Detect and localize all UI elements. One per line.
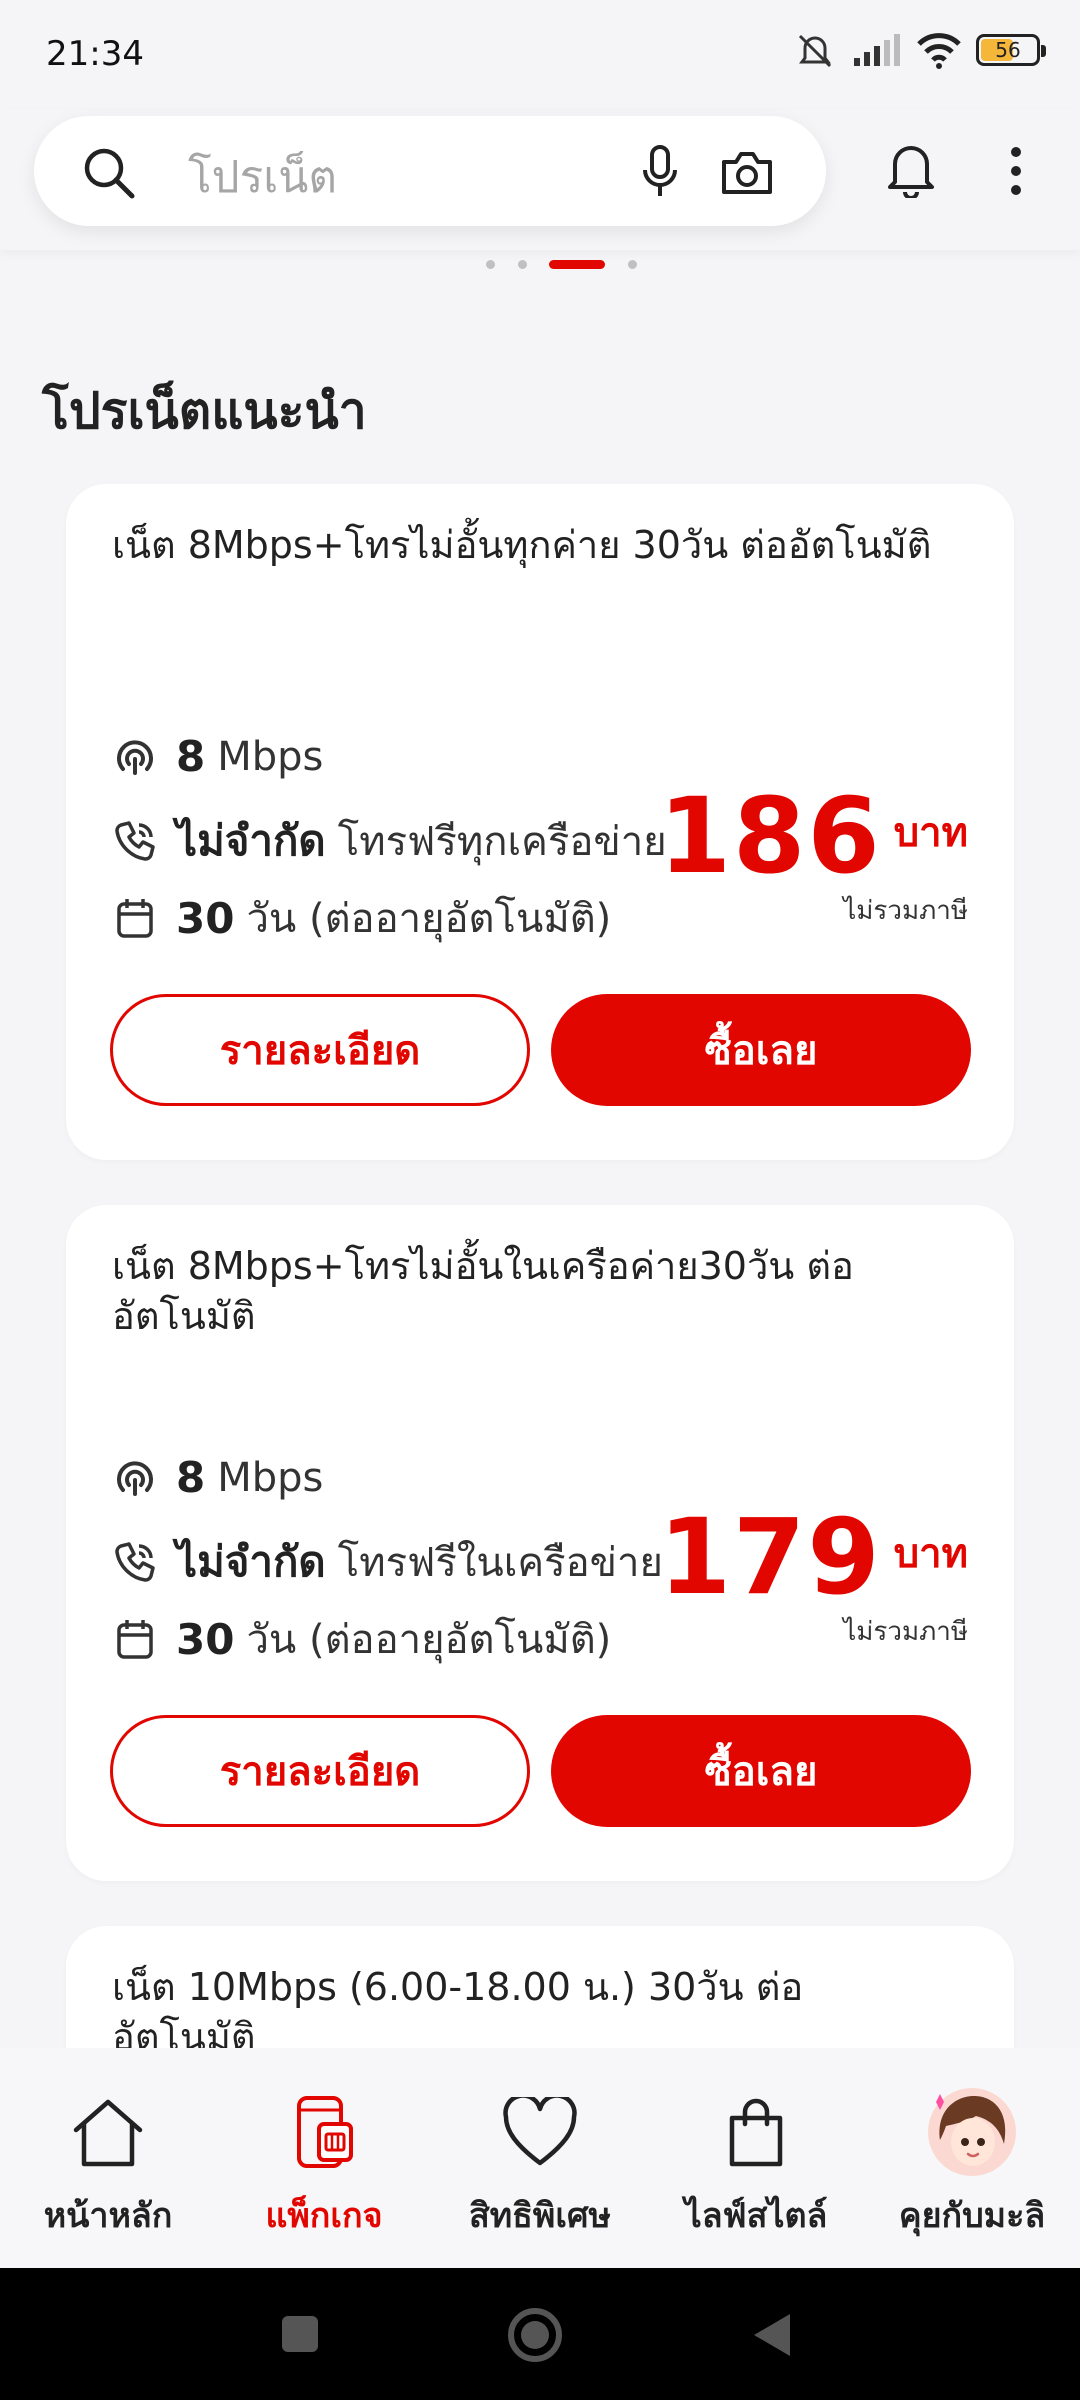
speed-value: 8 [176, 732, 206, 781]
speed-value: 8 [176, 1453, 206, 1502]
details-button[interactable]: รายละเอียด [110, 1715, 530, 1827]
back-icon[interactable] [750, 2310, 794, 2360]
carousel-dot [486, 260, 495, 269]
camera-icon[interactable] [720, 148, 774, 196]
days-description: วัน (ต่ออายุอัตโนมัติ) [246, 896, 612, 942]
speed-unit: Mbps [217, 733, 324, 780]
nav-item-packages[interactable]: แพ็กเกจ [216, 2048, 432, 2268]
signal-broadcast-icon [112, 1455, 158, 1501]
package-title: เน็ต 10Mbps (6.00-18.00 น.) 30วัน ต่ออัต… [112, 1965, 804, 2059]
package-calls: ไม่จำกัด โทรฟรีทุกเครือข่าย [112, 808, 667, 874]
microphone-icon[interactable] [640, 144, 680, 200]
days-value: 30 [176, 1614, 235, 1664]
days-description: วัน (ต่ออายุอัตโนมัติ) [246, 1617, 612, 1663]
nav-label: คุยกับมะลิ [898, 2196, 1046, 2236]
carousel-dot [628, 260, 637, 269]
nav-item-home[interactable]: หน้าหลัก [0, 2048, 216, 2268]
phone-call-icon [112, 818, 158, 864]
nav-item-lifestyle[interactable]: ไลฟ์สไตล์ [648, 2048, 864, 2268]
carousel-indicator [0, 257, 1080, 273]
carousel-dot [518, 260, 527, 269]
buy-now-button[interactable]: ซื้อเลย [551, 1715, 971, 1827]
call-description: โทรฟรีในเครือข่าย [337, 1540, 663, 1586]
top-bar: โปรเน็ต [0, 110, 1080, 250]
home-icon [70, 2090, 146, 2174]
package-duration: 30 วัน (ต่ออายุอัตโนมัติ) [112, 886, 611, 950]
search-bar[interactable]: โปรเน็ต [34, 116, 826, 226]
recent-apps-icon[interactable] [280, 2314, 320, 2354]
system-navigation-bar [0, 2268, 1080, 2400]
heart-icon [502, 2090, 578, 2174]
status-icons: 56 [792, 30, 1046, 70]
nav-item-privileges[interactable]: สิทธิพิเศษ [432, 2048, 648, 2268]
nav-label: แพ็กเกจ [265, 2196, 383, 2236]
package-calls: ไม่จำกัด โทรฟรีในเครือข่าย [112, 1529, 663, 1595]
package-speed: 8 Mbps [112, 1453, 323, 1502]
price-value: 186 [658, 775, 882, 897]
search-input[interactable]: โปรเน็ต [188, 142, 337, 212]
search-icon [84, 148, 135, 199]
package-card: เน็ต 8Mbps+โทรไม่อั้นในเครือค่าย30วัน ต่… [66, 1205, 1014, 1881]
price-currency: บาท [893, 810, 968, 856]
vat-note: ไม่รวมภาษี [843, 1617, 968, 1647]
section-title: โปรเน็ตแนะนำ [42, 382, 367, 440]
package-card: เน็ต 8Mbps+โทรไม่อั้นทุกค่าย 30วัน ต่ออั… [66, 484, 1014, 1160]
more-options-icon[interactable] [1010, 146, 1022, 196]
assistant-avatar [926, 2088, 1018, 2176]
calendar-icon [112, 895, 158, 941]
status-bar: 21:34 56 [0, 0, 1080, 110]
price-currency: บาท [893, 1531, 968, 1577]
sim-package-icon [289, 2090, 359, 2174]
calendar-icon [112, 1616, 158, 1662]
details-button[interactable]: รายละเอียด [110, 994, 530, 1106]
nav-label: ไลฟ์สไตล์ [684, 2196, 828, 2236]
signal-icon [854, 34, 900, 66]
status-time: 21:34 [46, 34, 144, 74]
carousel-dot-active [549, 260, 605, 269]
nav-label: หน้าหลัก [43, 2196, 173, 2236]
notification-bell-icon[interactable] [886, 140, 936, 198]
battery-level: 56 [995, 38, 1021, 62]
price-value: 179 [658, 1496, 882, 1618]
package-speed: 8 Mbps [112, 732, 323, 781]
call-value: ไม่จำกัด [176, 816, 326, 865]
package-title: เน็ต 8Mbps+โทรไม่อั้นในเครือค่าย30วัน ต่… [112, 1244, 854, 1338]
package-title: เน็ต 8Mbps+โทรไม่อั้นทุกค่าย 30วัน ต่ออั… [112, 523, 932, 567]
shopping-bag-icon [726, 2090, 786, 2174]
speed-unit: Mbps [217, 1454, 324, 1501]
nav-item-chat-assistant[interactable]: คุยกับมะลิ [864, 2048, 1080, 2268]
package-duration: 30 วัน (ต่ออายุอัตโนมัติ) [112, 1607, 611, 1671]
nav-label: สิทธิพิเศษ [469, 2196, 611, 2236]
package-price: 179 บาท [659, 1505, 968, 1609]
vat-note: ไม่รวมภาษี [843, 896, 968, 926]
wifi-icon [917, 33, 961, 69]
days-value: 30 [176, 893, 235, 943]
call-description: โทรฟรีทุกเครือข่าย [337, 819, 667, 865]
signal-broadcast-icon [112, 734, 158, 780]
battery-indicator: 56 [976, 34, 1046, 66]
package-price: 186 บาท [659, 784, 968, 888]
bottom-navigation: หน้าหลัก แพ็กเกจ สิทธิพิเศษ ไลฟ์สไตล์ คุ… [0, 2048, 1080, 2268]
phone-call-icon [112, 1539, 158, 1585]
call-value: ไม่จำกัด [176, 1537, 326, 1586]
silent-mode-icon [798, 34, 832, 68]
home-button-icon[interactable] [506, 2306, 564, 2364]
buy-now-button[interactable]: ซื้อเลย [551, 994, 971, 1106]
